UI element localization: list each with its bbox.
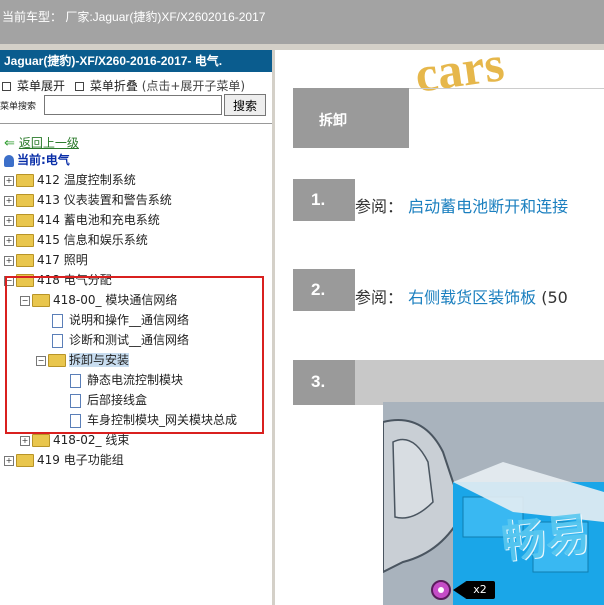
- step-number: 1.: [311, 190, 326, 209]
- step-number-block: 3.: [293, 360, 355, 405]
- step-number: 2.: [311, 280, 326, 299]
- watermark-text-top: cars: [411, 50, 508, 103]
- app-titlebar: 当前车型： 厂家:Jaguar(捷豹)XF/X2602016-2017: [0, 0, 604, 44]
- current-location: 当前:电气: [4, 151, 70, 169]
- tree-item-label: 412 温度控制系统: [37, 173, 136, 187]
- folder-icon: [16, 234, 34, 247]
- step-text: 参阅： 右侧载货区装饰板 (50: [355, 284, 568, 308]
- section-header-block: 拆卸: [293, 88, 409, 148]
- tree-item-419[interactable]: +419 电子功能组: [4, 451, 124, 469]
- folder-icon: [16, 454, 34, 467]
- step-suffix: (50: [541, 288, 568, 307]
- vehicle-title: Jaguar(捷豹)-XF/X260-2016-2017- 电气.: [0, 50, 272, 72]
- tree-item-label: 415 信息和娱乐系统: [37, 233, 148, 247]
- menu-expand-link[interactable]: 菜单展开: [17, 79, 65, 93]
- expand-icon[interactable]: +: [4, 255, 14, 266]
- step-text: 参阅： 启动蓄电池断开和连接: [355, 193, 568, 217]
- tree-item-label: 417 照明: [37, 253, 88, 267]
- menu-controls: 菜单展开 菜单折叠 (点击+展开子菜单): [2, 77, 245, 94]
- divider: [0, 123, 272, 124]
- folder-icon: [32, 434, 50, 447]
- tree-item-412[interactable]: +412 温度控制系统: [4, 171, 136, 189]
- folder-icon: [16, 194, 34, 207]
- step-number-block: 2.: [293, 269, 355, 311]
- menu-hint: (点击+展开子菜单): [141, 79, 246, 93]
- tree-item-label: 418-02_ 线束: [53, 433, 130, 447]
- expand-icon[interactable]: +: [4, 195, 14, 206]
- tree-item-417[interactable]: +417 照明: [4, 251, 88, 269]
- content-pane: cars 拆卸 1. 参阅： 启动蓄电池断开和连接 2. 参阅： 右侧载货区装饰…: [275, 50, 604, 605]
- search-label: 菜单搜索: [0, 102, 37, 112]
- menu-collapse-link[interactable]: 菜单折叠: [90, 79, 138, 93]
- section-header-label: 拆卸: [319, 113, 347, 129]
- step-prefix: 参阅：: [355, 197, 404, 216]
- folder-icon: [16, 174, 34, 187]
- highlight-annotation-box: [5, 276, 264, 434]
- expand-icon[interactable]: +: [4, 235, 14, 246]
- expand-icon[interactable]: +: [4, 455, 14, 466]
- expand-icon[interactable]: +: [4, 175, 14, 186]
- tree-item-414[interactable]: +414 蓄电池和充电系统: [4, 211, 160, 229]
- expand-checkbox-icon[interactable]: [2, 82, 11, 91]
- step-bar: [355, 360, 604, 405]
- step-number: 3.: [311, 372, 326, 391]
- current-location-label: 当前:电气: [17, 153, 70, 167]
- step-prefix: 参阅：: [355, 288, 404, 307]
- location-icon: [4, 154, 14, 167]
- component-illustration: 畅易 x2: [383, 402, 604, 605]
- expand-icon[interactable]: +: [20, 435, 30, 446]
- header-rule: [409, 88, 604, 89]
- tree-item-413[interactable]: +413 仪表装置和警告系统: [4, 191, 172, 209]
- tree-item-label: 419 电子功能组: [37, 453, 124, 467]
- step-link[interactable]: 启动蓄电池断开和连接: [408, 197, 568, 216]
- current-vehicle-label: 当前车型： 厂家:Jaguar(捷豹)XF/X2602016-2017: [2, 10, 266, 24]
- back-link-label: 返回上一级: [18, 136, 79, 150]
- step-number-block: 1.: [293, 179, 355, 221]
- folder-icon: [16, 214, 34, 227]
- search-input[interactable]: [44, 95, 222, 115]
- tree-item-415[interactable]: +415 信息和娱乐系统: [4, 231, 148, 249]
- folder-icon: [16, 254, 34, 267]
- expand-icon[interactable]: +: [4, 215, 14, 226]
- watermark-text-image: 畅易: [499, 509, 592, 568]
- tree-item-label: 414 蓄电池和充电系统: [37, 213, 160, 227]
- quantity-badge: x2: [465, 581, 495, 599]
- back-link[interactable]: ⇐ 返回上一级: [4, 134, 79, 152]
- tree-item-label: 413 仪表装置和警告系统: [37, 193, 172, 207]
- step-link[interactable]: 右侧载货区装饰板: [408, 288, 536, 307]
- collapse-checkbox-icon[interactable]: [74, 82, 84, 91]
- search-button[interactable]: 搜索: [224, 94, 266, 116]
- sidebar: Jaguar(捷豹)-XF/X260-2016-2017- 电气. 菜单展开 菜…: [0, 50, 273, 605]
